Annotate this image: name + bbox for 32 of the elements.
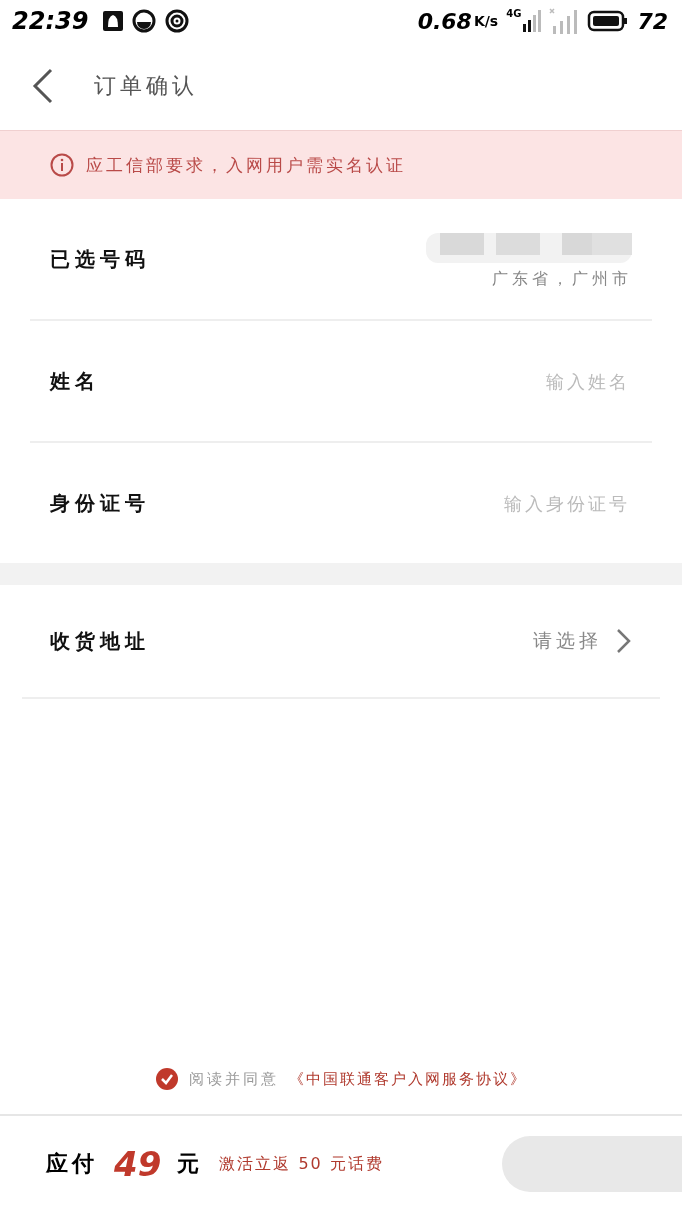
circle-icon	[132, 9, 157, 33]
input-field[interactable]: 输入姓名	[368, 369, 632, 393]
total-amount: 49	[114, 1144, 162, 1184]
info-icon	[50, 153, 74, 177]
input-field[interactable]: 输入身份证号	[368, 491, 632, 515]
agreement-text: 阅读并同意	[189, 1069, 279, 1089]
address-label: 收货地址	[50, 627, 150, 655]
currency-unit: 元	[177, 1150, 204, 1178]
number-region: 广东省，广州市	[492, 268, 632, 290]
page-title: 订单确认	[94, 72, 198, 100]
address-value: 请选择	[533, 628, 602, 653]
field-label: 已选号码	[50, 245, 150, 273]
field-label: 姓名	[50, 367, 100, 395]
notification-icon	[102, 10, 125, 32]
chevron-right-icon	[616, 628, 632, 654]
promo-text: 激活立返 50 元话费	[219, 1153, 384, 1175]
network-type: 4G	[506, 8, 522, 19]
notice-text: 应工信部要求，入网用户需实名认证	[86, 153, 406, 177]
status-time: 22:39	[12, 7, 89, 35]
signal-icon	[523, 10, 542, 32]
field-label: 身份证号	[50, 489, 150, 517]
network-speed: 0.68	[417, 8, 472, 34]
no-signal-icon	[549, 8, 580, 34]
battery-level: 72	[637, 8, 668, 34]
battery-icon	[587, 10, 630, 32]
speed-unit: K/s	[473, 13, 499, 29]
hotspot-icon	[164, 8, 191, 34]
total-label: 应付	[46, 1150, 98, 1178]
checkbox[interactable]	[155, 1067, 179, 1091]
address-row[interactable]: 收货地址 请选择	[22, 585, 660, 699]
back-icon[interactable]	[32, 68, 54, 104]
agreement-link[interactable]: 《中国联通客户入网服务协议》	[289, 1069, 527, 1089]
